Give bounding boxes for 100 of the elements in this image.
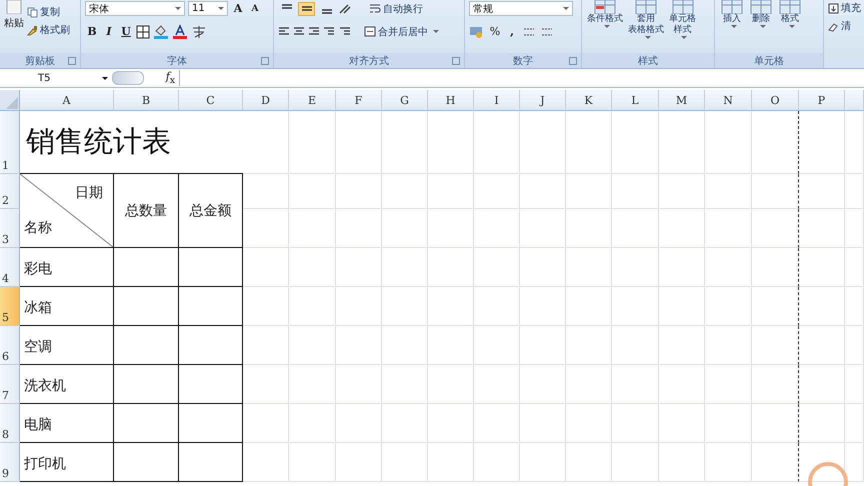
column-header[interactable]: C <box>179 90 243 111</box>
sheet-cell[interactable] <box>752 248 799 287</box>
copy-icon <box>27 6 38 18</box>
header-text: 名称 <box>24 219 52 237</box>
row-header[interactable]: 4 <box>0 248 20 287</box>
underline-button[interactable]: U <box>119 24 133 40</box>
wrap-text-button[interactable]: 自动换行 <box>369 2 423 16</box>
dialog-launcher-icon[interactable] <box>569 57 577 65</box>
dialog-launcher-icon[interactable] <box>452 57 460 65</box>
style-button[interactable]: 条件格式 <box>586 0 624 28</box>
header-text: 日期 <box>75 184 103 202</box>
column-header[interactable]: L <box>612 90 659 111</box>
number-format-dropdown[interactable]: 常规 <box>469 1 573 16</box>
column-header[interactable]: O <box>752 90 799 111</box>
merge-center-button[interactable]: 合并后居中 <box>364 24 439 38</box>
group-label: 样式 <box>638 54 658 68</box>
sheet-cell[interactable] <box>752 326 799 365</box>
table-header-cell: 总数量 <box>114 174 179 248</box>
group-label: 单元格 <box>754 54 784 68</box>
column-header[interactable]: J <box>520 90 566 111</box>
column-header[interactable]: A <box>20 90 114 111</box>
column-header[interactable] <box>845 90 864 111</box>
clear-button[interactable]: 清 <box>828 19 861 33</box>
table-cell: 洗衣机 <box>20 365 114 404</box>
font-color-icon <box>172 24 188 40</box>
format-button[interactable]: 格式 <box>777 0 803 28</box>
percent-button[interactable]: % <box>488 24 502 40</box>
table-cell <box>114 365 179 404</box>
sheet-cell[interactable] <box>752 365 799 404</box>
indent-icon <box>323 26 351 36</box>
row-header[interactable]: 7 <box>0 365 20 404</box>
row-header[interactable]: 2 <box>0 174 20 209</box>
column-header[interactable]: G <box>382 90 428 111</box>
format-painter-button[interactable]: 格式刷 <box>27 23 70 37</box>
font-size-dropdown[interactable]: 11 <box>188 1 228 16</box>
group-label: 剪贴板 <box>25 54 55 68</box>
resize-handle-icon[interactable] <box>112 71 144 85</box>
row-header[interactable]: 8 <box>0 404 20 443</box>
sheet-cell[interactable] <box>752 209 799 248</box>
column-header[interactable]: M <box>659 90 705 111</box>
horizontal-align-icon <box>308 26 320 36</box>
sheet-cell[interactable] <box>752 111 799 174</box>
table-icon <box>749 0 773 14</box>
column-header[interactable]: B <box>114 90 179 111</box>
column-header[interactable]: N <box>705 90 752 111</box>
vertical-align-button[interactable] <box>298 2 315 16</box>
caret-icon <box>218 7 224 10</box>
sheet-cell[interactable] <box>752 404 799 443</box>
fill-button[interactable]: 填充 <box>828 1 861 15</box>
column-header[interactable]: F <box>336 90 382 111</box>
name-box[interactable]: T5 <box>0 72 112 84</box>
group-label: 字体 <box>167 54 187 68</box>
column-header[interactable]: I <box>474 90 520 111</box>
table-cell <box>179 365 243 404</box>
dialog-launcher-icon[interactable] <box>261 57 269 65</box>
row-header[interactable]: 6 <box>0 326 20 365</box>
paste-button[interactable]: 粘贴 <box>4 0 24 30</box>
caret-icon <box>730 25 736 28</box>
copy-button[interactable]: 复制 <box>27 5 70 19</box>
merge-cells-icon <box>364 26 376 37</box>
delete-button[interactable]: 删除 <box>748 0 774 28</box>
column-header[interactable]: D <box>243 90 289 111</box>
italic-button[interactable]: I <box>102 24 116 40</box>
bold-button[interactable]: B <box>85 24 99 40</box>
column-header[interactable]: P <box>799 90 845 111</box>
column-header[interactable]: E <box>289 90 336 111</box>
eraser-icon <box>828 20 839 32</box>
table-cell: 电脑 <box>20 404 114 443</box>
caret-icon <box>563 7 569 10</box>
horizontal-align-icon <box>293 26 305 36</box>
align-lines-icon <box>300 4 312 14</box>
row-header[interactable]: 3 <box>0 209 20 248</box>
insert-button[interactable]: 插入 <box>719 0 745 28</box>
caret-icon <box>644 36 650 39</box>
table-cell: 打印机 <box>20 443 114 482</box>
table-cell <box>114 326 179 365</box>
sheet-cell[interactable] <box>752 174 799 209</box>
insert-function-button[interactable]: f$_{x}$ <box>166 70 175 86</box>
font-name-dropdown[interactable]: 宋体 <box>85 1 185 16</box>
table-cell: 彩电 <box>20 248 114 287</box>
dialog-launcher-icon[interactable] <box>68 57 76 65</box>
row-header[interactable]: 5 <box>0 287 20 326</box>
triangle-icon <box>5 96 19 110</box>
style-button[interactable]: 单元格 样式 <box>668 0 697 39</box>
table-icon <box>593 0 617 14</box>
sheet-cell[interactable] <box>752 443 799 482</box>
sheet-cell[interactable] <box>752 287 799 326</box>
grow-font-button[interactable]: A <box>231 0 245 16</box>
row-header[interactable]: 1 <box>0 111 20 174</box>
column-header[interactable]: K <box>566 90 612 111</box>
caret-icon <box>788 25 794 28</box>
table-cell <box>179 326 243 365</box>
select-all-button[interactable] <box>0 90 20 111</box>
caret-icon <box>604 25 610 28</box>
shrink-font-button[interactable]: A <box>248 0 262 16</box>
column-header[interactable]: H <box>428 90 474 111</box>
table-cell <box>179 443 243 482</box>
style-button[interactable]: 套用 表格格式 <box>627 0 665 39</box>
row-header[interactable]: 9 <box>0 443 20 482</box>
comma-button[interactable]: , <box>505 24 519 40</box>
